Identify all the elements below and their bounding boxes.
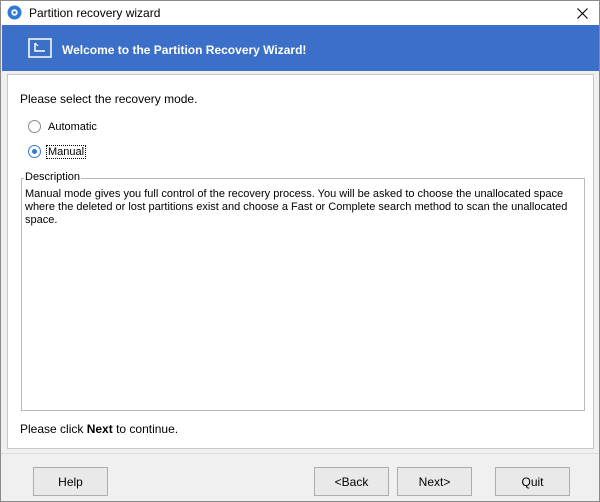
close-icon	[576, 7, 588, 19]
radio-manual[interactable]: Manual	[28, 144, 87, 159]
wizard-window: Partition recovery wizard Welcome to the…	[0, 0, 600, 502]
next-button-label: Next>	[418, 474, 451, 489]
radio-automatic[interactable]: Automatic	[28, 120, 98, 133]
banner-title: Welcome to the Partition Recovery Wizard…	[62, 43, 307, 57]
content-panel: Please select the recovery mode. Automat…	[7, 74, 594, 449]
description-group: Description Manual mode gives you full c…	[21, 171, 585, 411]
header-banner: Welcome to the Partition Recovery Wizard…	[2, 25, 599, 71]
continue-prefix: Please click	[20, 422, 84, 436]
window-title: Partition recovery wizard	[29, 6, 161, 20]
close-button[interactable]	[565, 1, 599, 25]
radio-automatic-circle[interactable]	[28, 120, 41, 133]
quit-button[interactable]: Quit	[495, 467, 570, 496]
quit-button-label: Quit	[521, 474, 544, 489]
next-button[interactable]: Next>	[397, 467, 472, 496]
help-button-label: Help	[58, 474, 83, 489]
continue-instruction: Please click Next to continue.	[20, 422, 178, 436]
radio-manual-label[interactable]: Manual	[45, 144, 87, 159]
back-button-label: <Back	[334, 474, 369, 489]
mode-prompt: Please select the recovery mode.	[20, 92, 198, 106]
wizard-icon	[28, 38, 52, 58]
continue-suffix: to continue.	[116, 422, 179, 436]
description-legend: Description	[24, 171, 82, 183]
back-button[interactable]: <Back	[314, 467, 389, 496]
footer-divider	[1, 453, 599, 454]
radio-automatic-label[interactable]: Automatic	[47, 121, 98, 133]
radio-manual-circle[interactable]	[28, 145, 41, 158]
app-icon	[7, 5, 22, 20]
description-text: Manual mode gives you full control of th…	[25, 188, 568, 226]
continue-bold: Next	[86, 422, 113, 436]
title-bar[interactable]: Partition recovery wizard	[1, 1, 599, 25]
help-button[interactable]: Help	[33, 467, 108, 496]
